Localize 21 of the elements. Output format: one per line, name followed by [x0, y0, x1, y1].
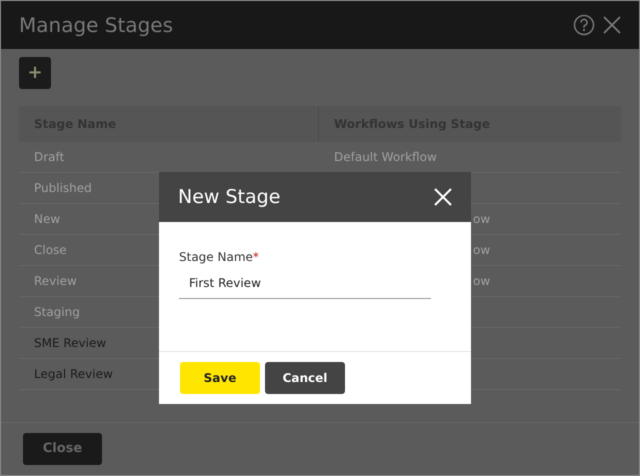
table-cell: SME Review	[34, 336, 106, 350]
dialog-title: New Stage	[178, 184, 280, 210]
table-cell: Legal Review	[34, 367, 113, 381]
table-cell: Published	[34, 181, 92, 195]
table-cell: Close	[34, 243, 67, 257]
table-cell: New	[34, 212, 60, 226]
close-icon[interactable]	[603, 16, 621, 34]
window-title: Manage Stages	[19, 12, 174, 39]
add-button[interactable]: +	[19, 57, 51, 89]
table-cell-text: ow	[473, 273, 490, 290]
table-cell: Review	[34, 274, 77, 288]
table-cell-text: Default Workflow	[333, 149, 437, 166]
cancel-button[interactable]: Cancel	[265, 362, 345, 394]
field-label: Stage Name	[179, 249, 253, 266]
required-mark: *	[252, 249, 259, 266]
save-button[interactable]: Save	[180, 362, 260, 394]
table-cell-text: ow	[473, 242, 490, 259]
table-cell: Staging	[34, 305, 80, 319]
table-cell-text: ow	[473, 211, 490, 228]
table-cell: Draft	[34, 150, 64, 164]
help-icon[interactable]	[573, 14, 595, 36]
